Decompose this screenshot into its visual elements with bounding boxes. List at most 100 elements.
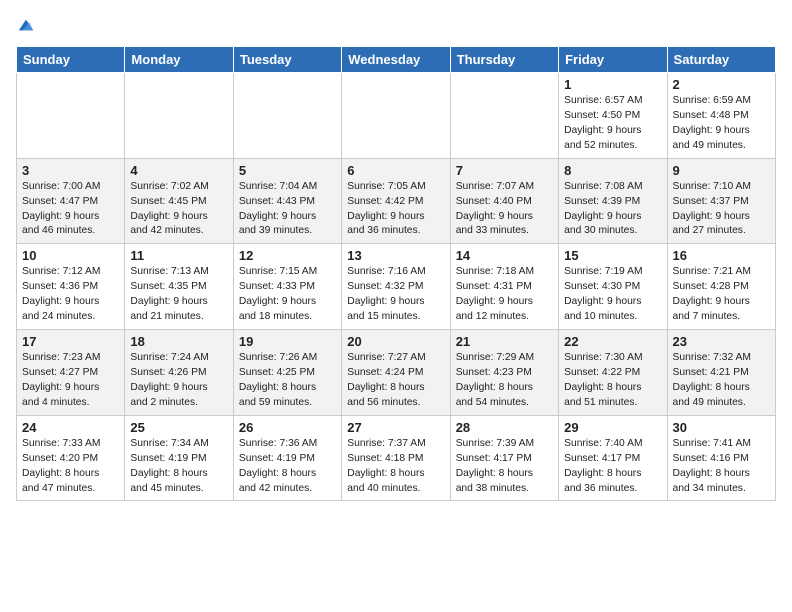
- calendar-cell: 21Sunrise: 7:29 AM Sunset: 4:23 PM Dayli…: [450, 330, 558, 416]
- calendar-cell: 24 Sunrise: 7:33 AM Sunset: 4:20 PM Dayli…: [17, 415, 125, 501]
- day-number: 13: [347, 248, 444, 263]
- day-number: 3: [22, 163, 119, 178]
- day-info: Sunrise: 7:19 AM Sunset: 4:30 PM Dayligh…: [564, 265, 661, 325]
- day-info: Sunrise: 7:21 AM Sunset: 4:28 PM Dayligh…: [673, 265, 770, 325]
- calendar-cell: 2 Sunrise: 6:59 AM Sunset: 4:48 PM Daylig…: [667, 73, 775, 159]
- calendar-cell: 6 Sunrise: 7:05 AM Sunset: 4:42 PM Daylig…: [342, 158, 450, 244]
- calendar-cell: 29Sunrise: 7:40 AM Sunset: 4:17 PM Dayli…: [559, 415, 667, 501]
- day-info: Sunrise: 7:33 AM Sunset: 4:20 PM Dayligh…: [22, 437, 119, 497]
- calendar-cell: [450, 73, 558, 159]
- day-info: Sunrise: 7:26 AM Sunset: 4:25 PM Dayligh…: [239, 351, 336, 411]
- day-number: 16: [673, 248, 770, 263]
- calendar-cell: 9 Sunrise: 7:10 AM Sunset: 4:37 PM Daylig…: [667, 158, 775, 244]
- day-number: 5: [239, 163, 336, 178]
- calendar-cell: 15 Sunrise: 7:19 AM Sunset: 4:30 PM Dayli…: [559, 244, 667, 330]
- day-number: 23: [673, 334, 770, 349]
- day-number: 2: [673, 77, 770, 92]
- day-info: Sunrise: 7:10 AM Sunset: 4:37 PM Dayligh…: [673, 180, 770, 240]
- day-info: Sunrise: 6:59 AM Sunset: 4:48 PM Dayligh…: [673, 94, 770, 154]
- day-info: Sunrise: 7:07 AM Sunset: 4:40 PM Dayligh…: [456, 180, 553, 240]
- day-info: Sunrise: 6:57 AM Sunset: 4:50 PM Dayligh…: [564, 94, 661, 154]
- day-info: Sunrise: 7:13 AM Sunset: 4:35 PM Dayligh…: [130, 265, 227, 325]
- calendar-cell: 23 Sunrise: 7:32 AM Sunset: 4:21 PM Dayli…: [667, 330, 775, 416]
- calendar-cell: 7Sunrise: 7:07 AM Sunset: 4:40 PM Daylig…: [450, 158, 558, 244]
- day-info: Sunrise: 7:23 AM Sunset: 4:27 PM Dayligh…: [22, 351, 119, 411]
- calendar-cell: 25Sunrise: 7:34 AM Sunset: 4:19 PM Dayli…: [125, 415, 233, 501]
- logo-icon: [17, 16, 35, 34]
- calendar-cell: 13 Sunrise: 7:16 AM Sunset: 4:32 PM Dayli…: [342, 244, 450, 330]
- day-info: Sunrise: 7:32 AM Sunset: 4:21 PM Dayligh…: [673, 351, 770, 411]
- day-info: Sunrise: 7:39 AM Sunset: 4:17 PM Dayligh…: [456, 437, 553, 497]
- calendar-cell: [342, 73, 450, 159]
- calendar-cell: [125, 73, 233, 159]
- day-info: Sunrise: 7:34 AM Sunset: 4:19 PM Dayligh…: [130, 437, 227, 497]
- calendar-cell: 30 Sunrise: 7:41 AM Sunset: 4:16 PM Dayli…: [667, 415, 775, 501]
- calendar-cell: 3 Sunrise: 7:00 AM Sunset: 4:47 PM Daylig…: [17, 158, 125, 244]
- day-number: 20: [347, 334, 444, 349]
- day-number: 30: [673, 420, 770, 435]
- calendar-cell: 22 Sunrise: 7:30 AM Sunset: 4:22 PM Dayli…: [559, 330, 667, 416]
- day-info: Sunrise: 7:04 AM Sunset: 4:43 PM Dayligh…: [239, 180, 336, 240]
- calendar-cell: 12 Sunrise: 7:15 AM Sunset: 4:33 PM Dayli…: [233, 244, 341, 330]
- calendar-week-4: 17 Sunrise: 7:23 AM Sunset: 4:27 PM Dayli…: [17, 330, 776, 416]
- calendar-week-5: 24 Sunrise: 7:33 AM Sunset: 4:20 PM Dayli…: [17, 415, 776, 501]
- calendar-header-wednesday: Wednesday: [342, 47, 450, 73]
- calendar-header-thursday: Thursday: [450, 47, 558, 73]
- day-info: Sunrise: 7:30 AM Sunset: 4:22 PM Dayligh…: [564, 351, 661, 411]
- day-number: 11: [130, 248, 227, 263]
- calendar-cell: 28 Sunrise: 7:39 AM Sunset: 4:17 PM Dayli…: [450, 415, 558, 501]
- calendar-header-monday: Monday: [125, 47, 233, 73]
- day-number: 18: [130, 334, 227, 349]
- day-number: 1: [564, 77, 661, 92]
- logo: [16, 16, 36, 34]
- day-number: 26: [239, 420, 336, 435]
- day-number: 14: [456, 248, 553, 263]
- day-number: 4: [130, 163, 227, 178]
- calendar-cell: [17, 73, 125, 159]
- calendar-cell: 17 Sunrise: 7:23 AM Sunset: 4:27 PM Dayli…: [17, 330, 125, 416]
- day-number: 22: [564, 334, 661, 349]
- day-info: Sunrise: 7:24 AM Sunset: 4:26 PM Dayligh…: [130, 351, 227, 411]
- calendar-table: SundayMondayTuesdayWednesdayThursdayFrid…: [16, 46, 776, 501]
- day-info: Sunrise: 7:16 AM Sunset: 4:32 PM Dayligh…: [347, 265, 444, 325]
- day-number: 28: [456, 420, 553, 435]
- calendar-cell: 5 Sunrise: 7:04 AM Sunset: 4:43 PM Daylig…: [233, 158, 341, 244]
- calendar-header-sunday: Sunday: [17, 47, 125, 73]
- calendar-cell: [233, 73, 341, 159]
- day-info: Sunrise: 7:02 AM Sunset: 4:45 PM Dayligh…: [130, 180, 227, 240]
- day-info: Sunrise: 7:08 AM Sunset: 4:39 PM Dayligh…: [564, 180, 661, 240]
- day-info: Sunrise: 7:37 AM Sunset: 4:18 PM Dayligh…: [347, 437, 444, 497]
- calendar-cell: 14Sunrise: 7:18 AM Sunset: 4:31 PM Dayli…: [450, 244, 558, 330]
- calendar-header-row: SundayMondayTuesdayWednesdayThursdayFrid…: [17, 47, 776, 73]
- day-number: 15: [564, 248, 661, 263]
- day-number: 6: [347, 163, 444, 178]
- calendar-cell: 19 Sunrise: 7:26 AM Sunset: 4:25 PM Dayli…: [233, 330, 341, 416]
- day-info: Sunrise: 7:40 AM Sunset: 4:17 PM Dayligh…: [564, 437, 661, 497]
- calendar-cell: 20 Sunrise: 7:27 AM Sunset: 4:24 PM Dayli…: [342, 330, 450, 416]
- day-number: 12: [239, 248, 336, 263]
- calendar-week-3: 10Sunrise: 7:12 AM Sunset: 4:36 PM Dayli…: [17, 244, 776, 330]
- calendar-cell: 27 Sunrise: 7:37 AM Sunset: 4:18 PM Dayli…: [342, 415, 450, 501]
- calendar-header-friday: Friday: [559, 47, 667, 73]
- day-info: Sunrise: 7:15 AM Sunset: 4:33 PM Dayligh…: [239, 265, 336, 325]
- calendar-header-tuesday: Tuesday: [233, 47, 341, 73]
- day-info: Sunrise: 7:00 AM Sunset: 4:47 PM Dayligh…: [22, 180, 119, 240]
- day-info: Sunrise: 7:29 AM Sunset: 4:23 PM Dayligh…: [456, 351, 553, 411]
- calendar-week-2: 3 Sunrise: 7:00 AM Sunset: 4:47 PM Daylig…: [17, 158, 776, 244]
- day-number: 9: [673, 163, 770, 178]
- calendar-cell: 8Sunrise: 7:08 AM Sunset: 4:39 PM Daylig…: [559, 158, 667, 244]
- calendar-week-1: 1 Sunrise: 6:57 AM Sunset: 4:50 PM Daylig…: [17, 73, 776, 159]
- day-info: Sunrise: 7:27 AM Sunset: 4:24 PM Dayligh…: [347, 351, 444, 411]
- day-info: Sunrise: 7:41 AM Sunset: 4:16 PM Dayligh…: [673, 437, 770, 497]
- calendar-body: 1 Sunrise: 6:57 AM Sunset: 4:50 PM Daylig…: [17, 73, 776, 501]
- calendar-cell: 4 Sunrise: 7:02 AM Sunset: 4:45 PM Daylig…: [125, 158, 233, 244]
- day-number: 17: [22, 334, 119, 349]
- day-number: 24: [22, 420, 119, 435]
- day-number: 27: [347, 420, 444, 435]
- calendar-cell: 11 Sunrise: 7:13 AM Sunset: 4:35 PM Dayli…: [125, 244, 233, 330]
- calendar-cell: 18 Sunrise: 7:24 AM Sunset: 4:26 PM Dayli…: [125, 330, 233, 416]
- day-number: 19: [239, 334, 336, 349]
- day-number: 10: [22, 248, 119, 263]
- calendar-cell: 26Sunrise: 7:36 AM Sunset: 4:19 PM Dayli…: [233, 415, 341, 501]
- day-info: Sunrise: 7:05 AM Sunset: 4:42 PM Dayligh…: [347, 180, 444, 240]
